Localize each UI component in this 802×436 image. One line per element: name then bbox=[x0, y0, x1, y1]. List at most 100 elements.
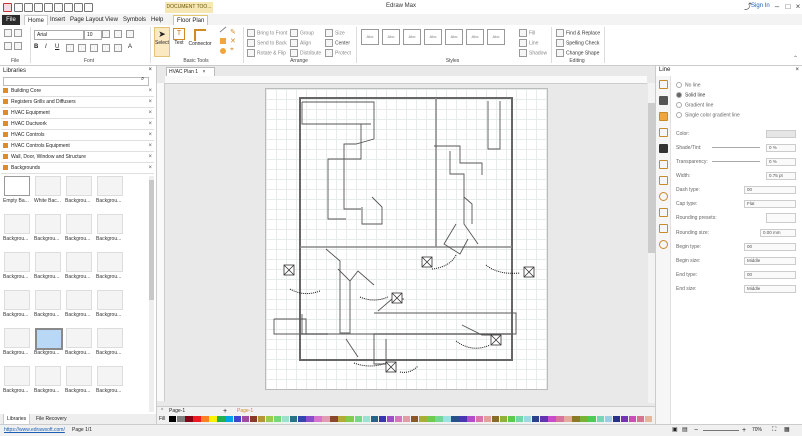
color-swatch[interactable] bbox=[249, 416, 258, 422]
background-thumbnail[interactable] bbox=[4, 328, 30, 348]
color-swatch[interactable] bbox=[644, 416, 653, 422]
shadow-panel-icon[interactable] bbox=[659, 112, 668, 121]
ellipse-tool-icon[interactable] bbox=[220, 48, 226, 54]
color-swatch[interactable] bbox=[556, 416, 564, 422]
point-tool-icon[interactable]: ⌖ bbox=[230, 46, 234, 54]
tab-page-layout[interactable]: Page Layout bbox=[67, 15, 107, 25]
zoom-in-icon[interactable]: + bbox=[742, 425, 746, 436]
page-panel-icon[interactable] bbox=[659, 160, 668, 169]
canvas-vertical-scrollbar[interactable] bbox=[648, 83, 655, 403]
library-item[interactable]: HVAC Controls Equipment × bbox=[1, 142, 154, 152]
style-preset-1[interactable]: Abc bbox=[361, 29, 379, 45]
close-button[interactable]: × bbox=[792, 2, 802, 12]
line-option-gradient[interactable]: Gradient line bbox=[676, 102, 713, 108]
color-swatch[interactable] bbox=[620, 416, 629, 422]
dash-type-select[interactable]: 00 bbox=[744, 186, 796, 194]
line-option-none[interactable]: No line bbox=[676, 82, 701, 88]
color-swatch[interactable] bbox=[459, 416, 467, 422]
rounding-size-value[interactable]: 0.00 mm bbox=[760, 229, 796, 237]
tab-file-recovery[interactable]: File Recovery bbox=[33, 414, 70, 424]
color-swatch[interactable] bbox=[298, 416, 306, 422]
sign-in-link[interactable]: Sign In bbox=[751, 3, 770, 9]
background-thumbnail[interactable] bbox=[97, 290, 123, 310]
tab-view[interactable]: View bbox=[102, 15, 121, 25]
background-thumbnail[interactable] bbox=[97, 176, 123, 196]
style-panel-icon[interactable] bbox=[659, 128, 668, 137]
rotate-flip-button[interactable]: Rotate & Flip bbox=[247, 49, 286, 57]
text-color-button[interactable]: A bbox=[128, 44, 132, 50]
color-swatch[interactable] bbox=[515, 416, 524, 422]
color-swatch[interactable] bbox=[443, 416, 451, 422]
help-panel-icon[interactable] bbox=[659, 240, 668, 249]
color-swatch[interactable] bbox=[427, 416, 435, 422]
pen-tool-icon[interactable]: ✎ bbox=[230, 28, 236, 36]
color-swatch[interactable] bbox=[169, 416, 177, 422]
color-swatch[interactable] bbox=[217, 416, 225, 422]
font-size-select[interactable]: 10 bbox=[84, 30, 102, 40]
color-swatch[interactable] bbox=[362, 416, 371, 422]
color-swatch[interactable] bbox=[265, 416, 274, 422]
grow-font-icon[interactable] bbox=[102, 30, 112, 38]
color-swatch[interactable] bbox=[572, 416, 580, 422]
background-thumbnail[interactable] bbox=[35, 328, 63, 350]
background-thumbnail[interactable] bbox=[97, 214, 123, 234]
tab-symbols[interactable]: Symbols bbox=[120, 15, 149, 25]
library-item[interactable]: HVAC Ductwork × bbox=[1, 120, 154, 130]
color-swatch[interactable] bbox=[193, 416, 201, 422]
library-search-input[interactable] bbox=[3, 77, 149, 86]
color-swatch[interactable] bbox=[636, 416, 645, 422]
cap-type-select[interactable]: Flat bbox=[744, 200, 796, 208]
crop-tool-icon[interactable]: ✕ bbox=[230, 37, 236, 45]
website-link[interactable]: https://www.edrawsoft.com/ bbox=[4, 425, 65, 436]
fill-panel-icon[interactable] bbox=[659, 80, 668, 89]
line-tool-icon[interactable] bbox=[219, 26, 227, 33]
fit-width-icon[interactable]: ▤ bbox=[682, 425, 688, 436]
background-thumbnail[interactable] bbox=[66, 328, 92, 348]
page-view-icon[interactable]: ▦ bbox=[784, 425, 790, 436]
style-preset-4[interactable]: Abc bbox=[424, 29, 442, 45]
color-swatch[interactable] bbox=[338, 416, 346, 422]
color-swatch[interactable] bbox=[523, 416, 532, 422]
protect-button[interactable]: Protect bbox=[325, 49, 351, 57]
fullscreen-icon[interactable]: ⛶ bbox=[772, 425, 776, 436]
tab-file[interactable]: File bbox=[2, 15, 20, 25]
fill-button[interactable]: Fill bbox=[519, 29, 535, 37]
end-size-select[interactable]: Middle bbox=[744, 285, 796, 293]
color-swatch[interactable] bbox=[548, 416, 556, 422]
map-panel-icon[interactable] bbox=[659, 192, 668, 201]
panel-close-icon[interactable]: × bbox=[795, 67, 799, 73]
bring-to-front-button[interactable]: Bring to Front bbox=[247, 29, 287, 37]
begin-type-select[interactable]: 00 bbox=[744, 243, 796, 251]
change-shape-button[interactable]: Change Shape bbox=[556, 49, 599, 57]
collapse-ribbon-icon[interactable]: ⌃ bbox=[793, 55, 798, 62]
center-button[interactable]: Center bbox=[325, 39, 350, 47]
connector-tool[interactable]: Connector bbox=[188, 27, 212, 55]
cut-button[interactable] bbox=[4, 29, 14, 37]
drawing-page[interactable] bbox=[265, 88, 548, 390]
color-swatch[interactable] bbox=[354, 416, 362, 422]
search-icon[interactable]: ⌕ bbox=[141, 76, 144, 83]
background-thumbnail[interactable] bbox=[35, 176, 61, 196]
end-type-select[interactable]: 00 bbox=[744, 271, 796, 279]
color-swatch[interactable] bbox=[185, 416, 193, 422]
spelling-check-button[interactable]: Spelling Check bbox=[556, 39, 599, 47]
background-thumbnail[interactable] bbox=[66, 252, 92, 272]
background-thumbnail[interactable] bbox=[4, 290, 30, 310]
background-thumbnail[interactable] bbox=[66, 214, 92, 234]
background-thumbnail[interactable] bbox=[4, 214, 30, 234]
tab-help[interactable]: Help bbox=[148, 15, 166, 25]
color-swatch[interactable] bbox=[475, 416, 483, 422]
format-painter-button[interactable] bbox=[4, 42, 14, 50]
line-option-solid[interactable]: Solid line bbox=[676, 92, 705, 98]
background-thumbnail[interactable] bbox=[4, 176, 30, 196]
font-name-select[interactable]: Arial bbox=[34, 30, 84, 40]
comment-panel-icon[interactable] bbox=[659, 224, 668, 233]
color-swatch[interactable] bbox=[322, 416, 330, 422]
color-swatch[interactable] bbox=[499, 416, 508, 422]
color-swatch[interactable] bbox=[281, 416, 290, 422]
tab-insert[interactable]: Insert bbox=[47, 15, 68, 25]
begin-size-select[interactable]: Middle bbox=[744, 257, 796, 265]
color-swatch[interactable] bbox=[346, 416, 354, 422]
background-thumbnail[interactable] bbox=[97, 328, 123, 348]
shade-slider[interactable] bbox=[712, 147, 760, 148]
